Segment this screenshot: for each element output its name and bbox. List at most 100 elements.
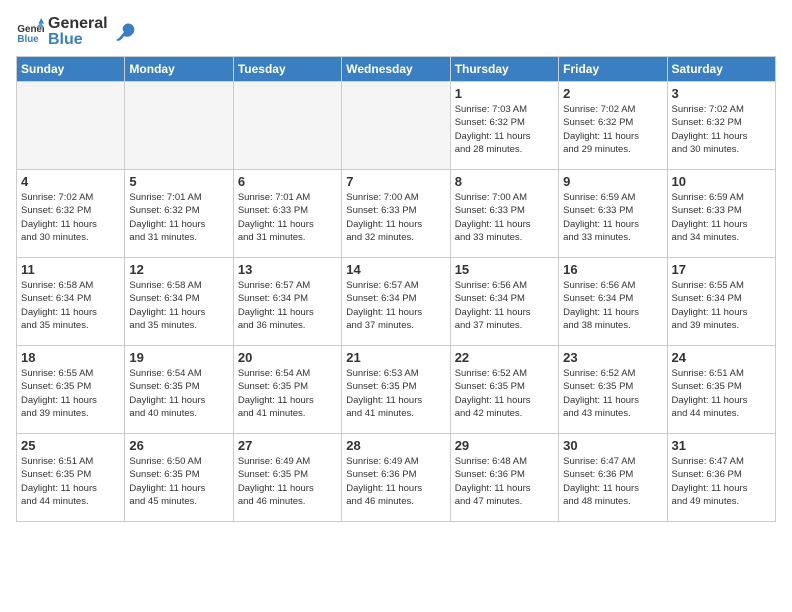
day-detail: Sunrise: 6:59 AMSunset: 6:33 PMDaylight:… [672, 191, 771, 244]
day-number: 5 [129, 174, 228, 189]
day-number: 2 [563, 86, 662, 101]
day-detail: Sunrise: 6:52 AMSunset: 6:35 PMDaylight:… [455, 367, 554, 420]
day-number: 18 [21, 350, 120, 365]
calendar-cell: 31 Sunrise: 6:47 AMSunset: 6:36 PMDayligh… [667, 434, 775, 522]
calendar-week-2: 4Sunrise: 7:02 AMSunset: 6:32 PMDaylight… [17, 170, 776, 258]
calendar-cell: 11Sunrise: 6:58 AMSunset: 6:34 PMDayligh… [17, 258, 125, 346]
day-number: 11 [21, 262, 120, 277]
calendar-cell: 16Sunrise: 6:56 AMSunset: 6:34 PMDayligh… [559, 258, 667, 346]
day-number: 12 [129, 262, 228, 277]
day-detail: Sunrise: 7:03 AMSunset: 6:32 PMDaylight:… [455, 103, 554, 156]
calendar-cell: 13 Sunrise: 6:57 AMSunset: 6:34 PMDayligh… [233, 258, 341, 346]
day-number: 9 [563, 174, 662, 189]
day-number: 16 [563, 262, 662, 277]
logo-bird-icon [114, 20, 138, 44]
day-number: 6 [238, 174, 337, 189]
day-number: 31 [672, 438, 771, 453]
calendar-cell [125, 82, 233, 170]
day-detail: Sunrise: 6:54 AMSunset: 6:35 PMDaylight:… [238, 367, 337, 420]
day-number: 21 [346, 350, 445, 365]
day-number: 1 [455, 86, 554, 101]
day-number: 28 [346, 438, 445, 453]
day-number: 20 [238, 350, 337, 365]
calendar-cell: 14 Sunrise: 6:57 AMSunset: 6:34 PMDayligh… [342, 258, 450, 346]
logo-text-blue: Blue [48, 32, 108, 48]
calendar-cell: 2 Sunrise: 7:02 AMSunset: 6:32 PMDaylight… [559, 82, 667, 170]
day-number: 8 [455, 174, 554, 189]
day-number: 30 [563, 438, 662, 453]
calendar-cell: 26 Sunrise: 6:50 AMSunset: 6:35 PMDayligh… [125, 434, 233, 522]
calendar-cell: 8 Sunrise: 7:00 AMSunset: 6:33 PMDaylight… [450, 170, 558, 258]
calendar-cell: 15Sunrise: 6:56 AMSunset: 6:34 PMDayligh… [450, 258, 558, 346]
col-header-friday: Friday [559, 57, 667, 82]
calendar-cell: 23Sunrise: 6:52 AMSunset: 6:35 PMDayligh… [559, 346, 667, 434]
day-detail: Sunrise: 7:01 AMSunset: 6:32 PMDaylight:… [129, 191, 228, 244]
day-detail: Sunrise: 6:53 AMSunset: 6:35 PMDaylight:… [346, 367, 445, 420]
calendar-cell: 6 Sunrise: 7:01 AMSunset: 6:33 PMDaylight… [233, 170, 341, 258]
day-detail: Sunrise: 6:47 AMSunset: 6:36 PMDaylight:… [563, 455, 662, 508]
calendar-cell: 29 Sunrise: 6:48 AMSunset: 6:36 PMDayligh… [450, 434, 558, 522]
day-detail: Sunrise: 7:00 AMSunset: 6:33 PMDaylight:… [346, 191, 445, 244]
day-number: 3 [672, 86, 771, 101]
day-detail: Sunrise: 6:47 AMSunset: 6:36 PMDaylight:… [672, 455, 771, 508]
day-detail: Sunrise: 6:57 AMSunset: 6:34 PMDaylight:… [238, 279, 337, 332]
calendar-cell: 1 Sunrise: 7:03 AMSunset: 6:32 PMDaylight… [450, 82, 558, 170]
calendar-cell [17, 82, 125, 170]
calendar-cell: 30 Sunrise: 6:47 AMSunset: 6:36 PMDayligh… [559, 434, 667, 522]
day-detail: Sunrise: 6:49 AMSunset: 6:36 PMDaylight:… [346, 455, 445, 508]
col-header-monday: Monday [125, 57, 233, 82]
calendar-cell: 5 Sunrise: 7:01 AMSunset: 6:32 PMDaylight… [125, 170, 233, 258]
calendar-cell: 3 Sunrise: 7:02 AMSunset: 6:32 PMDaylight… [667, 82, 775, 170]
day-detail: Sunrise: 6:55 AMSunset: 6:34 PMDaylight:… [672, 279, 771, 332]
day-number: 27 [238, 438, 337, 453]
day-number: 22 [455, 350, 554, 365]
day-number: 29 [455, 438, 554, 453]
calendar-cell [233, 82, 341, 170]
calendar-cell: 7 Sunrise: 7:00 AMSunset: 6:33 PMDaylight… [342, 170, 450, 258]
col-header-thursday: Thursday [450, 57, 558, 82]
day-detail: Sunrise: 6:58 AMSunset: 6:34 PMDaylight:… [129, 279, 228, 332]
calendar-cell: 20 Sunrise: 6:54 AMSunset: 6:35 PMDayligh… [233, 346, 341, 434]
calendar-week-4: 18 Sunrise: 6:55 AMSunset: 6:35 PMDayligh… [17, 346, 776, 434]
col-header-saturday: Saturday [667, 57, 775, 82]
day-number: 24 [672, 350, 771, 365]
day-detail: Sunrise: 6:56 AMSunset: 6:34 PMDaylight:… [455, 279, 554, 332]
day-detail: Sunrise: 7:00 AMSunset: 6:33 PMDaylight:… [455, 191, 554, 244]
page-header: General Blue General Blue [16, 16, 776, 48]
day-detail: Sunrise: 7:02 AMSunset: 6:32 PMDaylight:… [21, 191, 120, 244]
day-detail: Sunrise: 6:54 AMSunset: 6:35 PMDaylight:… [129, 367, 228, 420]
day-detail: Sunrise: 6:51 AMSunset: 6:35 PMDaylight:… [21, 455, 120, 508]
day-detail: Sunrise: 6:57 AMSunset: 6:34 PMDaylight:… [346, 279, 445, 332]
calendar-cell: 12 Sunrise: 6:58 AMSunset: 6:34 PMDayligh… [125, 258, 233, 346]
day-detail: Sunrise: 6:55 AMSunset: 6:35 PMDaylight:… [21, 367, 120, 420]
calendar-week-5: 25 Sunrise: 6:51 AMSunset: 6:35 PMDayligh… [17, 434, 776, 522]
calendar-table: SundayMondayTuesdayWednesdayThursdayFrid… [16, 56, 776, 522]
day-detail: Sunrise: 6:48 AMSunset: 6:36 PMDaylight:… [455, 455, 554, 508]
day-detail: Sunrise: 7:01 AMSunset: 6:33 PMDaylight:… [238, 191, 337, 244]
calendar-cell: 27 Sunrise: 6:49 AMSunset: 6:35 PMDayligh… [233, 434, 341, 522]
calendar-cell: 18 Sunrise: 6:55 AMSunset: 6:35 PMDayligh… [17, 346, 125, 434]
day-number: 14 [346, 262, 445, 277]
day-number: 13 [238, 262, 337, 277]
calendar-cell: 10Sunrise: 6:59 AMSunset: 6:33 PMDayligh… [667, 170, 775, 258]
day-detail: Sunrise: 7:02 AMSunset: 6:32 PMDaylight:… [672, 103, 771, 156]
day-detail: Sunrise: 6:49 AMSunset: 6:35 PMDaylight:… [238, 455, 337, 508]
calendar-cell: 17 Sunrise: 6:55 AMSunset: 6:34 PMDayligh… [667, 258, 775, 346]
day-number: 26 [129, 438, 228, 453]
day-detail: Sunrise: 6:50 AMSunset: 6:35 PMDaylight:… [129, 455, 228, 508]
day-detail: Sunrise: 7:02 AMSunset: 6:32 PMDaylight:… [563, 103, 662, 156]
calendar-cell: 28 Sunrise: 6:49 AMSunset: 6:36 PMDayligh… [342, 434, 450, 522]
svg-text:Blue: Blue [17, 34, 39, 45]
calendar-header-row: SundayMondayTuesdayWednesdayThursdayFrid… [17, 57, 776, 82]
calendar-cell: 4Sunrise: 7:02 AMSunset: 6:32 PMDaylight… [17, 170, 125, 258]
calendar-cell: 19Sunrise: 6:54 AMSunset: 6:35 PMDayligh… [125, 346, 233, 434]
col-header-tuesday: Tuesday [233, 57, 341, 82]
calendar-cell: 24 Sunrise: 6:51 AMSunset: 6:35 PMDayligh… [667, 346, 775, 434]
day-number: 7 [346, 174, 445, 189]
day-detail: Sunrise: 6:51 AMSunset: 6:35 PMDaylight:… [672, 367, 771, 420]
calendar-week-3: 11 Sunrise: 6:58 AMSunset: 6:34 PMDayligh… [17, 258, 776, 346]
day-number: 23 [563, 350, 662, 365]
logo-text-general: General [48, 16, 108, 32]
day-number: 17 [672, 262, 771, 277]
day-number: 25 [21, 438, 120, 453]
